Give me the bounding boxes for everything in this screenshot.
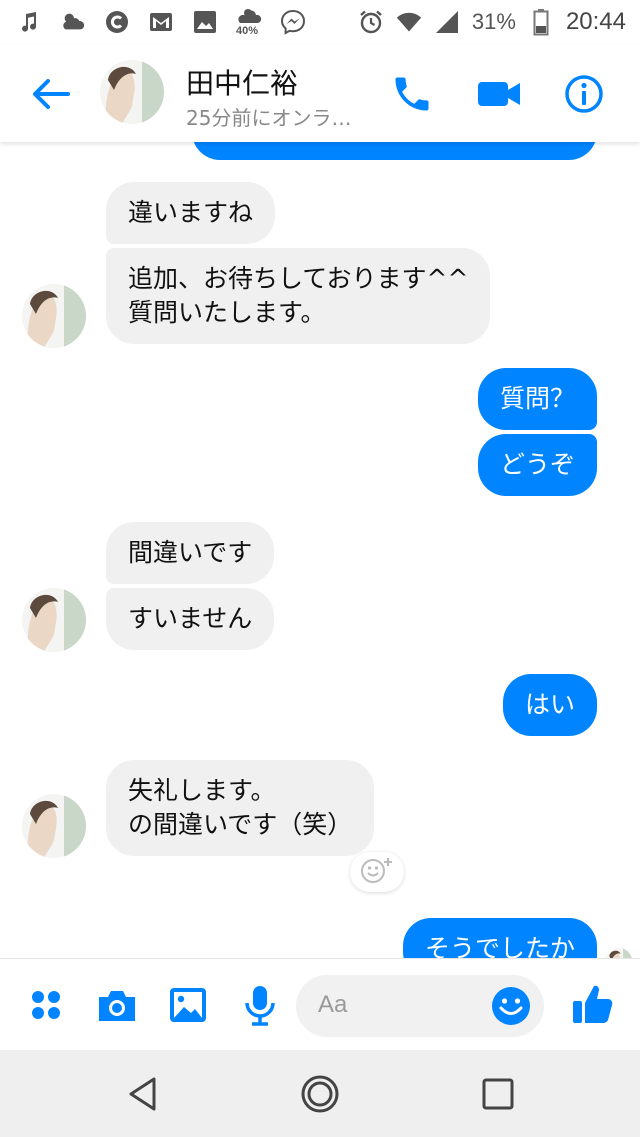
thumbs-up-icon[interactable] — [570, 981, 614, 1025]
status-bar: 40% 31% 20:44 — [0, 0, 640, 44]
message-bubble[interactable]: すいません — [106, 588, 275, 650]
apps-icon[interactable] — [24, 983, 68, 1027]
conversation-header: 田中仁裕 25分前にオンラ… — [0, 44, 640, 142]
message-bubble[interactable]: 間違いです — [106, 522, 275, 584]
message-bubble[interactable]: 質問？ — [477, 368, 597, 430]
system-navigation-bar — [0, 1050, 640, 1137]
emoji-icon[interactable] — [490, 985, 532, 1027]
weather-icon — [60, 9, 86, 35]
alarm-icon — [358, 9, 384, 35]
message-bubble-partial[interactable] — [192, 142, 597, 160]
weather-badge: 40% — [236, 25, 259, 37]
back-triangle-icon[interactable] — [122, 1072, 166, 1116]
add-reaction-button[interactable] — [350, 852, 404, 892]
home-circle-icon[interactable] — [298, 1072, 342, 1116]
online-status: 25分前にオンラ… — [186, 106, 352, 130]
weather-temp-icon: 40% — [236, 9, 262, 37]
phone-icon[interactable] — [390, 72, 434, 116]
recents-square-icon[interactable] — [476, 1072, 520, 1116]
message-bubble[interactable]: そうでしたか — [402, 918, 597, 958]
gmail-icon — [148, 9, 174, 35]
message-bubble[interactable]: はい — [502, 674, 597, 736]
video-icon[interactable] — [476, 72, 520, 116]
sender-avatar[interactable] — [22, 588, 86, 652]
contact-name[interactable]: 田中仁裕 — [186, 62, 298, 102]
wifi-icon — [396, 9, 422, 35]
camera-icon[interactable] — [95, 983, 139, 1027]
read-receipt-avatar — [606, 948, 632, 958]
gallery-icon — [192, 9, 218, 35]
music-icon — [16, 9, 42, 35]
signal-icon — [434, 9, 460, 35]
message-input-placeholder: Aa — [318, 991, 348, 1018]
message-input[interactable]: Aa — [296, 975, 544, 1037]
messenger-icon — [280, 9, 306, 35]
composer-bar: Aa — [0, 958, 640, 1050]
clock: 20:44 — [565, 8, 626, 35]
microphone-icon[interactable] — [238, 983, 282, 1027]
back-arrow-icon[interactable] — [28, 72, 72, 116]
battery-icon — [528, 9, 554, 36]
message-list[interactable]: 違いますね 追加、お待ちしております^^ 質問いたします。 質問？ どうぞ 間違… — [0, 142, 640, 958]
message-bubble[interactable]: 失礼します。 の間違いです（笑） — [106, 760, 375, 856]
sender-avatar[interactable] — [22, 284, 86, 348]
sender-avatar[interactable] — [22, 794, 86, 858]
messenger-app: 40% 31% 20:44 田中仁裕 25分前にオンラ… 違いますね 追加、お待… — [0, 0, 640, 1137]
c-app-icon — [104, 9, 130, 35]
contact-avatar[interactable] — [100, 60, 164, 124]
image-icon[interactable] — [166, 983, 210, 1027]
info-icon[interactable] — [562, 72, 606, 116]
battery-percent: 31% — [471, 9, 516, 34]
add-reaction-icon — [360, 855, 394, 889]
message-bubble[interactable]: 追加、お待ちしております^^ 質問いたします。 — [106, 248, 491, 344]
message-bubble[interactable]: どうぞ — [477, 434, 597, 496]
message-bubble[interactable]: 違いますね — [106, 182, 276, 244]
